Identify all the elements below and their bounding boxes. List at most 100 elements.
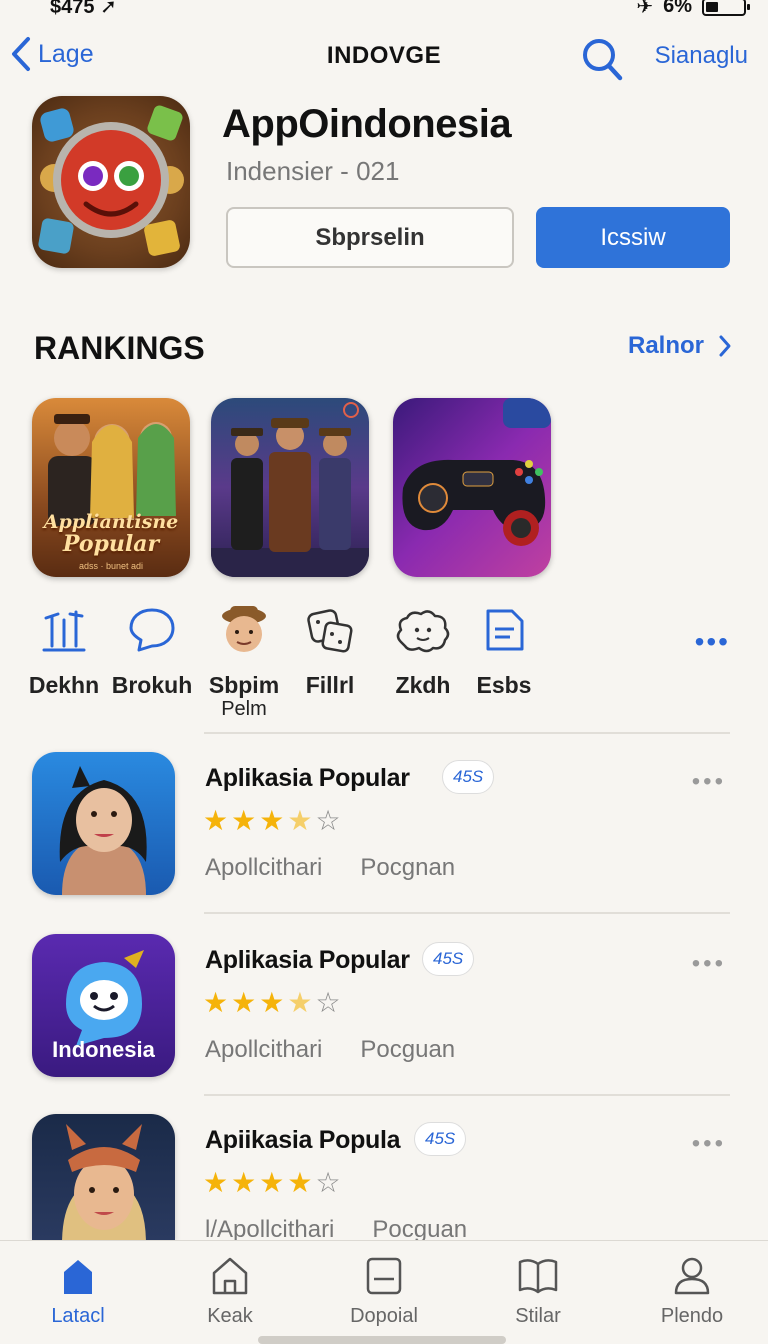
list-item[interactable]: Indonesia Aplikasia Popular 45S ••• ★★★★… bbox=[0, 934, 768, 1084]
app-icon bbox=[32, 1114, 175, 1240]
document-icon bbox=[486, 609, 524, 651]
tile-caption: adss · bunet adi bbox=[78, 561, 144, 571]
list-item-developer: Apollcithari bbox=[205, 1036, 323, 1063]
list-item-title: Apiikasia Popula bbox=[205, 1126, 401, 1154]
home-indicator bbox=[258, 1336, 506, 1344]
home-icon bbox=[64, 1260, 92, 1294]
star-icon: ★ bbox=[203, 987, 232, 1018]
star-icon: ★ bbox=[287, 1167, 316, 1198]
ranking-tile[interactable] bbox=[211, 398, 369, 577]
rankings-link-label: Ralnor bbox=[627, 332, 704, 359]
status-bar: $475 ➚ ✈ 6% bbox=[0, 0, 768, 18]
divider bbox=[204, 732, 730, 734]
book-icon bbox=[518, 1259, 558, 1294]
category-label: Dekhn bbox=[28, 672, 100, 698]
tile-title-line2: Popular bbox=[62, 531, 160, 557]
ranking-tile[interactable]: Appliantisne Popular adss · bunet adi bbox=[32, 398, 190, 577]
star-icon: ★ bbox=[231, 1167, 260, 1198]
list-item[interactable]: Aplikasia Popular 45S ••• ★★★★☆ Apollcit… bbox=[0, 752, 768, 902]
tab-label: Plendo bbox=[660, 1305, 724, 1327]
star-icon: ★ bbox=[203, 805, 232, 836]
tile-title-line1: Appliantisne bbox=[43, 511, 179, 533]
app-icon: Indonesia bbox=[32, 934, 175, 1077]
tab-item[interactable]: Keak bbox=[170, 1253, 290, 1328]
category-item[interactable]: Dekhn bbox=[26, 600, 102, 699]
app-icon bbox=[32, 96, 190, 268]
list-item-meta: Apollcithari Pocguan bbox=[205, 1036, 455, 1064]
star-icon: ★ bbox=[203, 1167, 232, 1198]
ranking-tiles: Appliantisne Popular adss · bunet adi bbox=[0, 398, 768, 578]
rating-stars: ★★★★☆ bbox=[203, 804, 344, 837]
chart-icon bbox=[42, 610, 86, 652]
tile-title: Appliantisne Popular bbox=[40, 511, 182, 555]
app-header: AppOindonesia Indensier - 021 Sbprselin … bbox=[0, 96, 768, 276]
category-label: Brokuh bbox=[111, 672, 193, 698]
tab-home[interactable]: Latacl bbox=[18, 1253, 138, 1328]
ranking-tile[interactable] bbox=[393, 398, 551, 577]
rankings-title: RANKINGS bbox=[34, 330, 205, 366]
star-icon: ★ bbox=[231, 805, 260, 836]
list-item-title: Aplikasia Popular bbox=[205, 764, 410, 792]
more-categories-button[interactable]: ••• bbox=[695, 626, 730, 658]
nav-right-link[interactable]: Sianaglu bbox=[655, 42, 748, 70]
secondary-button[interactable]: Sbprselin bbox=[226, 207, 514, 268]
dice-icon bbox=[307, 609, 353, 653]
page-title: INDOVGE bbox=[326, 42, 442, 69]
star-empty-icon: ☆ bbox=[315, 987, 344, 1018]
more-options-button[interactable]: ••• bbox=[692, 1130, 726, 1158]
star-half-icon: ★ bbox=[287, 805, 316, 836]
rankings-see-all-link[interactable]: Ralnor bbox=[628, 332, 732, 360]
category-item[interactable]: Zkdh bbox=[386, 600, 460, 699]
house-outline-icon bbox=[212, 1257, 248, 1295]
category-label: Zkdh bbox=[395, 672, 451, 698]
star-empty-icon: ☆ bbox=[315, 1167, 344, 1198]
chat-bubble-icon bbox=[129, 608, 175, 652]
rating-stars: ★★★★☆ bbox=[203, 986, 344, 1019]
status-right: ✈ 6% bbox=[636, 0, 750, 19]
status-time: $475 bbox=[50, 0, 95, 18]
tab-label: Keak bbox=[207, 1305, 253, 1327]
category-label: Esbs bbox=[476, 672, 532, 698]
star-half-icon: ★ bbox=[287, 987, 316, 1018]
tab-label: Dopoial bbox=[350, 1305, 418, 1327]
tab-item[interactable]: Stilar bbox=[478, 1253, 598, 1328]
star-empty-icon: ☆ bbox=[315, 805, 344, 836]
app-icon bbox=[32, 752, 175, 895]
wifi-icon: ✈ bbox=[636, 0, 654, 18]
more-options-button[interactable]: ••• bbox=[692, 768, 726, 796]
battery-percent: 6% bbox=[663, 0, 692, 17]
list-item-badge: 45S bbox=[442, 760, 495, 794]
app-name: AppOindonesia bbox=[222, 102, 512, 146]
puzzle-icon bbox=[396, 610, 450, 653]
category-row: Dekhn Brokuh Sbpim Pelm Fillrl Zkdh Esbs bbox=[0, 600, 768, 720]
rankings-header: RANKINGS Ralnor bbox=[0, 326, 768, 366]
star-icon: ★ bbox=[259, 987, 288, 1018]
get-button[interactable]: Icssiw bbox=[536, 207, 730, 268]
divider bbox=[204, 912, 730, 914]
star-icon: ★ bbox=[259, 1167, 288, 1198]
status-left: $475 ➚ bbox=[50, 0, 117, 19]
list-item-category: Pocguan bbox=[360, 1036, 456, 1063]
rating-stars: ★★★★☆ bbox=[203, 1166, 344, 1199]
star-icon: ★ bbox=[231, 987, 260, 1018]
tab-item[interactable]: Plendo bbox=[632, 1253, 752, 1328]
category-item[interactable]: Fillrl bbox=[294, 600, 366, 699]
more-options-button[interactable]: ••• bbox=[692, 950, 726, 978]
tab-bar: Latacl Keak Dopoial Stilar Plendo bbox=[0, 1240, 768, 1344]
tablet-icon bbox=[366, 1257, 402, 1295]
list-item-category: Pocgnan bbox=[360, 854, 456, 881]
category-item[interactable]: Brokuh bbox=[110, 600, 194, 699]
profile-icon bbox=[674, 1257, 710, 1295]
list-item-title: Aplikasia Popular bbox=[205, 946, 410, 974]
list-item-meta: Apollcithari Pocgnan bbox=[205, 854, 455, 882]
app-subtitle: Indensier - 021 bbox=[226, 156, 400, 186]
avatar-icon bbox=[222, 606, 266, 652]
category-label: Sbpim bbox=[208, 672, 280, 698]
category-item[interactable]: Esbs bbox=[470, 600, 538, 699]
category-sublabel: Pelm bbox=[221, 698, 267, 720]
search-button[interactable] bbox=[580, 36, 624, 87]
star-icon: ★ bbox=[259, 805, 288, 836]
category-label: Fillrl bbox=[305, 672, 355, 698]
category-item[interactable]: Sbpim Pelm bbox=[204, 600, 284, 719]
tab-item[interactable]: Dopoial bbox=[324, 1253, 444, 1328]
